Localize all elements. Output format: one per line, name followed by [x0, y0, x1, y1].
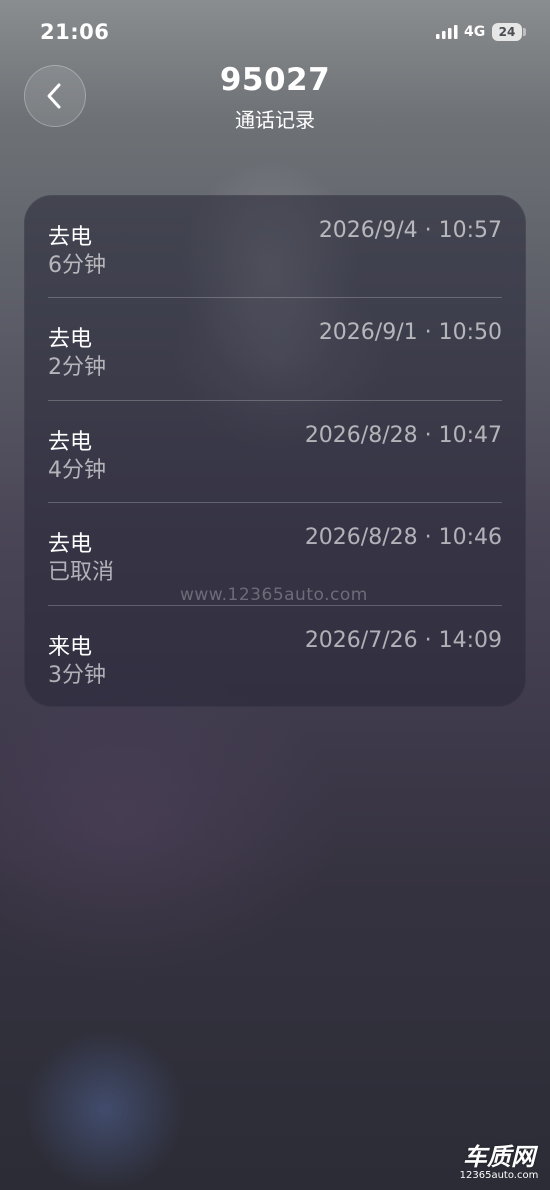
status-time: 21:06	[40, 20, 110, 44]
battery-nub	[523, 28, 526, 36]
call-log-row[interactable]: 来电 3分钟 2026/7/26 · 14:09	[24, 604, 526, 707]
signal-icon	[436, 25, 458, 39]
call-log-row[interactable]: 去电 6分钟 2026/9/4 · 10:57	[24, 195, 526, 297]
battery-level: 24	[498, 25, 516, 39]
call-datetime: 2026/8/28 · 10:46	[304, 525, 502, 551]
call-duration: 已取消	[48, 560, 115, 586]
call-log-list: 去电 6分钟 2026/9/4 · 10:57 去电 2分钟 2026/9/1 …	[24, 195, 526, 707]
call-log-row[interactable]: 去电 2分钟 2026/9/1 · 10:50	[24, 297, 526, 399]
battery-icon: 24	[492, 23, 522, 41]
status-bar: 21:06 4G 24	[0, 0, 550, 60]
page-subtitle: 通话记录	[235, 108, 315, 132]
watermark-logo: 车质网 12365auto.com	[454, 1144, 544, 1184]
call-log-row[interactable]: 去电 4分钟 2026/8/28 · 10:47	[24, 399, 526, 502]
watermark-url: www.12365auto.com	[180, 585, 368, 605]
call-duration: 4分钟	[48, 457, 106, 483]
call-duration: 6分钟	[48, 253, 106, 278]
call-datetime: 2026/8/28 · 10:47	[304, 422, 502, 448]
call-datetime: 2026/7/26 · 14:09	[304, 627, 502, 653]
call-duration: 3分钟	[48, 662, 106, 688]
call-duration: 2分钟	[48, 355, 106, 381]
watermark-logo-sub: 12365auto.com	[459, 1170, 539, 1181]
call-datetime: 2026/9/1 · 10:50	[318, 320, 502, 346]
page-title: 95027	[219, 62, 331, 98]
network-label: 4G	[464, 24, 486, 40]
call-datetime: 2026/9/4 · 10:57	[318, 218, 502, 243]
watermark-logo-text: 车质网	[463, 1143, 535, 1171]
